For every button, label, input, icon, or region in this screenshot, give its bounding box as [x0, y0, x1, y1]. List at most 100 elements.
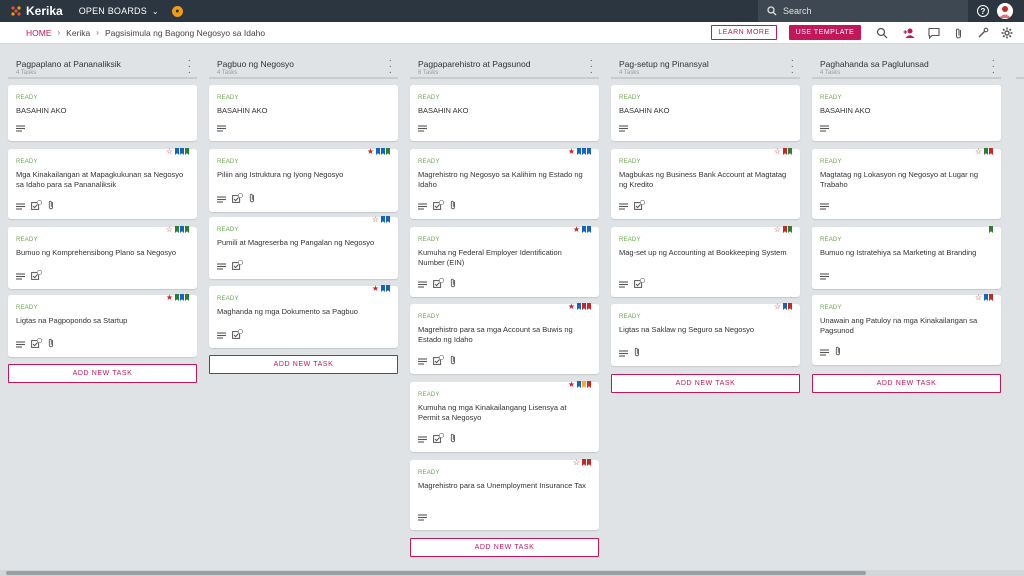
breadcrumb-home[interactable]: HOME	[26, 28, 52, 38]
kerika-logo[interactable]: Kerika	[10, 4, 63, 18]
star-icon[interactable]: ☆	[774, 226, 781, 234]
task-card[interactable]: READY BASAHIN AKO	[8, 85, 197, 141]
star-icon[interactable]: ☆	[774, 148, 781, 156]
add-person-icon[interactable]	[903, 27, 915, 39]
task-title[interactable]: Kumuha ng mga Kinakailangang Lisensya at…	[418, 403, 588, 422]
star-icon[interactable]: ☆	[372, 216, 379, 224]
scrollbar-thumb[interactable]	[6, 571, 866, 575]
task-title[interactable]: Magtatag ng Lokasyon ng Negosyo at Lugar…	[820, 170, 990, 189]
task-title[interactable]: BASAHIN AKO	[619, 106, 789, 116]
star-icon[interactable]: ☆	[166, 148, 173, 156]
task-card[interactable]: READY Magrehistro para sa Unemployment In…	[410, 459, 599, 530]
more-vert-icon[interactable]: · · ·	[992, 56, 995, 78]
task-card[interactable]: READY Ligtas na Pagpopondo sa Startup ★	[8, 294, 197, 357]
star-icon[interactable]: ☆	[975, 148, 982, 156]
task-card[interactable]: READY Magrehistro para sa mga Account sa …	[410, 303, 599, 374]
task-meta-icons	[16, 123, 25, 133]
task-title[interactable]: Magbukas ng Business Bank Account at Mag…	[619, 170, 789, 189]
task-title[interactable]: Magrehistro para sa mga Account sa Buwis…	[418, 325, 588, 344]
task-title[interactable]: BASAHIN AKO	[217, 106, 387, 116]
column-title[interactable]: Pag-setup ng Pinansyal	[619, 59, 709, 69]
task-title[interactable]: Mga Kinakailangan at Mapagkukunan sa Neg…	[16, 170, 186, 189]
task-title[interactable]: Kumuha ng Federal Employer Identificatio…	[418, 248, 588, 267]
task-title[interactable]: Maghanda ng mga Dokumento sa Pagbuo	[217, 307, 387, 317]
help-icon[interactable]: ?	[977, 5, 989, 17]
task-card[interactable]: READY Mga Kinakailangan at Mapagkukunan s…	[8, 148, 197, 219]
task-title[interactable]: BASAHIN AKO	[820, 106, 990, 116]
star-icon[interactable]: ★	[367, 148, 374, 156]
search-icon[interactable]	[876, 27, 888, 39]
more-vert-icon[interactable]: · · ·	[389, 56, 392, 78]
user-avatar[interactable]	[997, 3, 1013, 19]
tools-icon[interactable]	[977, 27, 989, 39]
task-card[interactable]: READY Ligtas na Saklaw ng Seguro sa Negos…	[611, 303, 800, 366]
task-title[interactable]: Ligtas na Pagpopondo sa Startup	[16, 316, 186, 326]
task-card[interactable]: READY Mag-set up ng Accounting at Bookkee…	[611, 226, 800, 297]
task-status: READY	[16, 237, 38, 243]
star-icon[interactable]: ☆	[166, 226, 173, 234]
task-card[interactable]: READY Magrehistro ng Negosyo sa Kalihim n…	[410, 148, 599, 219]
task-card[interactable]: READY BASAHIN AKO	[410, 85, 599, 141]
task-card[interactable]: READY Bumuo ng Komprehensibong Plano sa N…	[8, 226, 197, 289]
star-icon[interactable]: ☆	[975, 294, 982, 302]
task-title[interactable]: BASAHIN AKO	[418, 106, 588, 116]
task-title[interactable]: Mag-set up ng Accounting at Bookkeeping …	[619, 248, 789, 258]
add-new-task-button[interactable]: ADD NEW TASK	[410, 538, 599, 557]
task-card[interactable]: READY Kumuha ng Federal Employer Identifi…	[410, 226, 599, 297]
settings-icon[interactable]	[1001, 27, 1013, 39]
star-icon[interactable]: ★	[372, 285, 379, 293]
more-vert-icon[interactable]: · · ·	[188, 56, 191, 78]
star-icon[interactable]: ★	[568, 303, 575, 311]
column-title[interactable]: Pagbuo ng Negosyo	[217, 59, 294, 69]
more-vert-icon[interactable]: · · ·	[791, 56, 794, 78]
logo-text: Kerika	[26, 4, 63, 18]
task-title[interactable]: Bumuo ng Istratehiya sa Marketing at Bra…	[820, 248, 990, 258]
star-icon[interactable]: ★	[166, 294, 173, 302]
star-icon[interactable]: ★	[568, 381, 575, 389]
task-title[interactable]: Piliin ang Istruktura ng Iyong Negosyo	[217, 170, 387, 180]
task-card[interactable]: READY Kumuha ng mga Kinakailangang Lisens…	[410, 381, 599, 452]
task-status: READY	[418, 314, 440, 320]
task-card[interactable]: READY BASAHIN AKO	[812, 85, 1001, 141]
task-title[interactable]: Magrehistro para sa Unemployment Insuran…	[418, 481, 588, 491]
task-card[interactable]: READY Pumili at Magreserba ng Pangalan ng…	[209, 216, 398, 279]
task-card[interactable]: READY Unawain ang Patuloy na mga Kinakail…	[812, 294, 1001, 365]
attachment-icon[interactable]	[953, 27, 965, 39]
task-title[interactable]: Bumuo ng Komprehensibong Plano sa Negosy…	[16, 248, 186, 258]
column-title[interactable]: Pagpaparehistro at Pagsunod	[418, 59, 530, 69]
task-card[interactable]: READY Magbukas ng Business Bank Account a…	[611, 148, 800, 219]
task-card[interactable]: READY Bumuo ng Istratehiya sa Marketing a…	[812, 226, 1001, 289]
add-new-task-button[interactable]: ADD NEW TASK	[812, 374, 1001, 393]
star-icon[interactable]: ★	[573, 226, 580, 234]
task-title[interactable]: Unawain ang Patuloy na mga Kinakailangan…	[820, 316, 990, 335]
task-card[interactable]: READY BASAHIN AKO	[209, 85, 398, 141]
task-flags: ☆	[975, 148, 993, 156]
task-card[interactable]: READY BASAHIN AKO	[611, 85, 800, 141]
task-card[interactable]: READY Piliin ang Istruktura ng Iyong Nego…	[209, 148, 398, 212]
task-card[interactable]: READY Magtatag ng Lokasyon ng Negosyo at …	[812, 148, 1001, 219]
task-title[interactable]: Ligtas na Saklaw ng Seguro sa Negosyo	[619, 325, 789, 335]
learn-more-button[interactable]: LEARN MORE	[711, 25, 777, 40]
open-boards-menu[interactable]: OPEN BOARDS ⌄	[79, 6, 159, 16]
horizontal-scrollbar[interactable]	[0, 570, 1024, 576]
add-new-task-button[interactable]: ADD NEW TASK	[611, 374, 800, 393]
add-new-task-button[interactable]: ADD NEW TASK	[8, 364, 197, 383]
board-column: Paghahanda sa Paglulunsad 4 Tasks · · · READY…	[812, 55, 1001, 565]
column-title[interactable]: Paghahanda sa Paglulunsad	[820, 59, 929, 69]
star-icon[interactable]: ★	[568, 148, 575, 156]
task-title[interactable]: Magrehistro ng Negosyo sa Kalihim ng Est…	[418, 170, 588, 189]
column-title[interactable]: Pagpaplano at Pananaliksik	[16, 59, 121, 69]
task-title[interactable]: BASAHIN AKO	[16, 106, 186, 116]
basketball-icon[interactable]: ●	[171, 5, 183, 17]
task-card[interactable]: READY Maghanda ng mga Dokumento sa Pagbuo…	[209, 285, 398, 348]
star-icon[interactable]: ☆	[774, 303, 781, 311]
search-bar[interactable]: Search	[758, 0, 968, 22]
more-vert-icon[interactable]: · · ·	[590, 56, 593, 78]
add-new-task-button[interactable]: ADD NEW TASK	[209, 355, 398, 374]
breadcrumb-account[interactable]: Kerika	[66, 28, 90, 38]
task-title[interactable]: Pumili at Magreserba ng Pangalan ng Nego…	[217, 238, 387, 248]
use-template-button[interactable]: USE TEMPLATE	[789, 25, 861, 40]
chat-icon[interactable]	[928, 27, 940, 39]
star-icon[interactable]: ☆	[573, 459, 580, 467]
column-task-count: 4 Tasks	[217, 70, 238, 76]
